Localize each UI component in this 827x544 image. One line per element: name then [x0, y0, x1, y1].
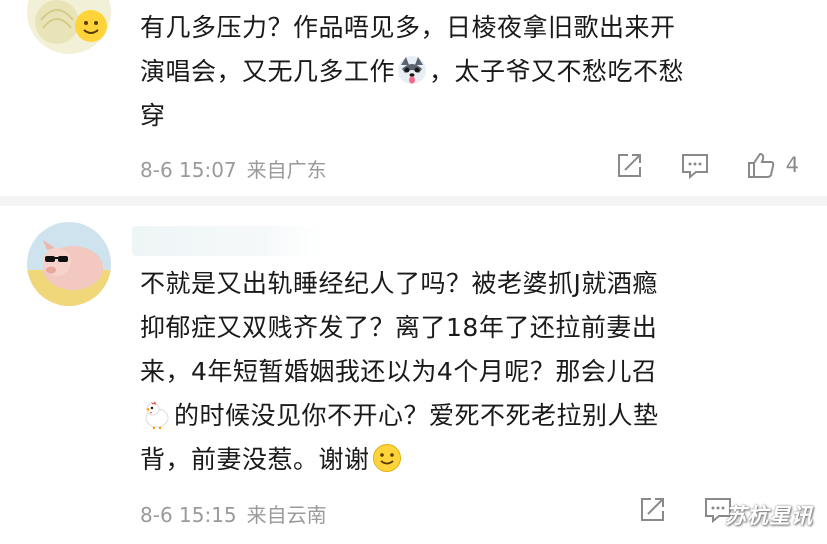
like-count: 4	[785, 153, 799, 177]
watermark: 苏杭星讯	[725, 504, 813, 528]
comment-text: 有几多压力？作品唔见多，日棱夜拿旧歌出来开 演唱会，又无几多工作 ，太子爷又不愁吃…	[140, 6, 800, 138]
comment-actions: 4	[578, 150, 799, 180]
comment-line: 背，前妻没惹。谢谢	[140, 438, 800, 482]
username-blurred	[132, 226, 322, 256]
comment-line: 来，4年短暂婚姻我还以为4个月呢？那会儿召	[140, 357, 658, 386]
comment-meta: 8-6 15:07 来自广东	[140, 154, 327, 183]
section-divider	[0, 196, 827, 206]
comment-line: 抑郁症又双贱齐发了？离了18年了还拉前妻出	[140, 313, 658, 342]
comment-line: 有几多压力？作品唔见多，日棱夜拿旧歌出来开	[140, 13, 676, 42]
avatar[interactable]	[27, 0, 111, 54]
chicken-emoji-icon	[142, 399, 172, 429]
comment-line-part: 背，前妻没惹。谢谢	[140, 445, 370, 474]
share-icon	[641, 498, 664, 521]
comment-location: 来自广东	[246, 158, 327, 182]
husky-emoji-icon	[397, 55, 427, 85]
comment-line-part: 的时候没见你不开心？爱死不死老拉别人垫	[174, 401, 659, 430]
comment-line-part: 演唱会，又无几多工作	[140, 57, 396, 86]
share-button[interactable]	[614, 150, 644, 180]
avatar[interactable]	[27, 222, 111, 306]
smile-emoji-icon	[372, 443, 402, 473]
comment-time: 8-6 15:07	[140, 158, 237, 182]
reply-button[interactable]	[680, 150, 710, 180]
avatar-image	[27, 222, 111, 306]
comment-location: 来自云南	[246, 503, 327, 527]
comment-icon	[681, 154, 708, 180]
comment-line: 演唱会，又无几多工作 ，太子爷又不愁吃不愁	[140, 50, 800, 94]
comment-line: 穿	[140, 101, 166, 130]
like-button[interactable]: 4	[746, 150, 799, 180]
comment-line: 的时候没见你不开心？爱死不死老拉别人垫	[140, 394, 800, 438]
comment-meta: 8-6 15:15 来自云南	[140, 499, 327, 528]
comment-item-2: 不就是又出轨睡经纪人了吗？被老婆抓J就酒瘾 抑郁症又双贱齐发了？离了18年了还拉…	[0, 210, 827, 544]
comment-line: 不就是又出轨睡经纪人了吗？被老婆抓J就酒瘾	[140, 269, 658, 298]
share-icon	[617, 154, 641, 177]
share-button[interactable]	[637, 494, 667, 524]
comment-line-part: ，太子爷又不愁吃不愁	[429, 57, 685, 86]
avatar-image	[27, 0, 111, 54]
thumbs-up-icon	[747, 152, 774, 178]
comment-text: 不就是又出轨睡经纪人了吗？被老婆抓J就酒瘾 抑郁症又双贱齐发了？离了18年了还拉…	[140, 262, 800, 482]
comment-time: 8-6 15:15	[140, 503, 237, 527]
comment-item-1: 有几多压力？作品唔见多，日棱夜拿旧歌出来开 演唱会，又无几多工作 ，太子爷又不愁吃…	[0, 0, 827, 196]
